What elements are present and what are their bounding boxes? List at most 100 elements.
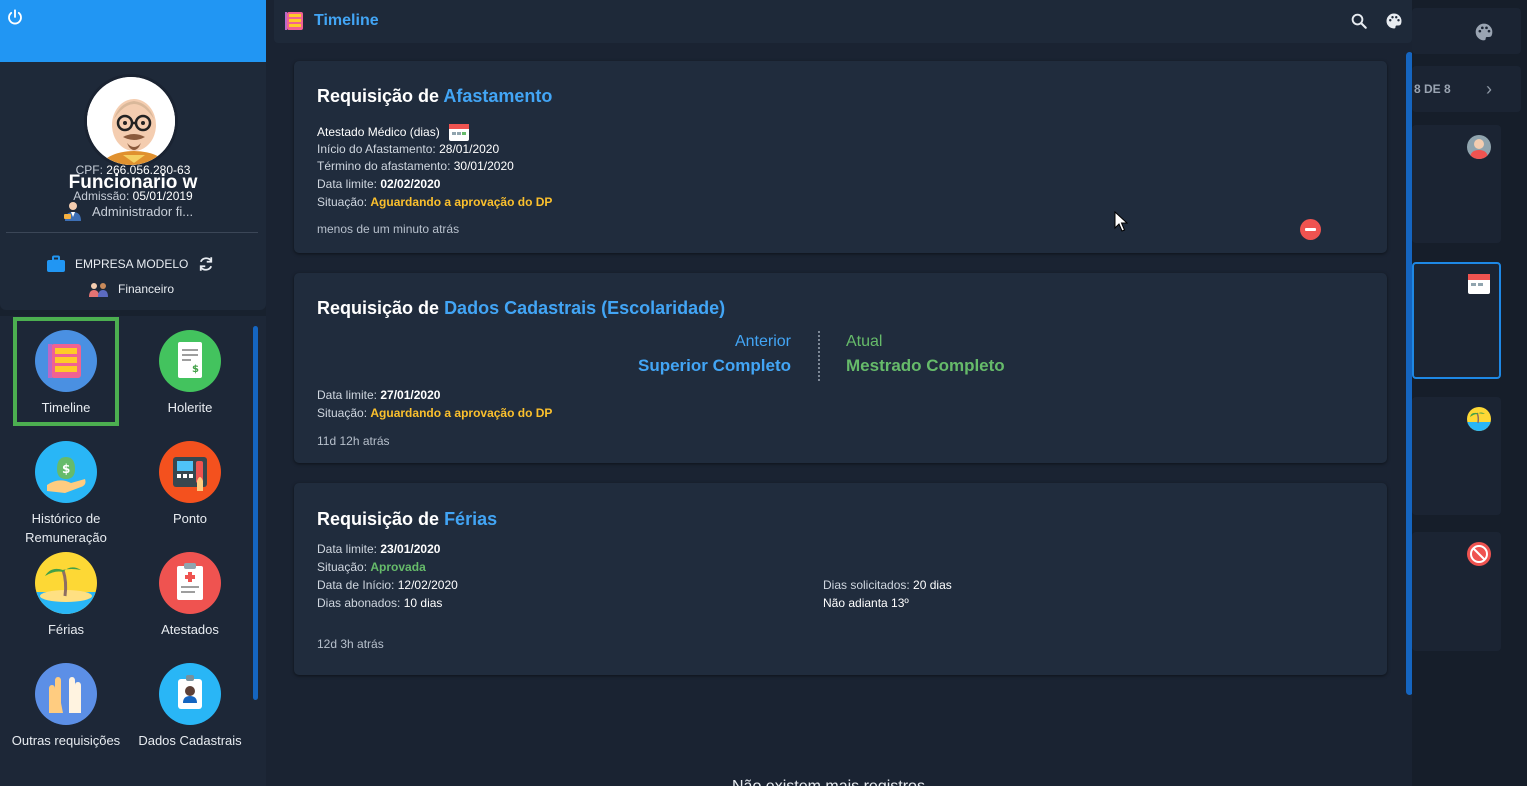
menu-item-holerite[interactable]: $ Holerite [128, 330, 252, 417]
card-title: Requisição de Dados Cadastrais (Escolari… [317, 298, 725, 319]
request-card-dados-cadastrais[interactable]: Requisição de Dados Cadastrais (Escolari… [294, 273, 1387, 463]
advance-13th-value: Não adianta 13º [823, 596, 909, 610]
timestamp: 12d 3h atrás [317, 637, 384, 651]
vacation-start-label: Data de Início: [317, 578, 395, 592]
status-label: Situação: [317, 560, 368, 574]
leave-start: Início do Afastamento: 28/01/2020 [317, 142, 499, 156]
svg-text:$: $ [62, 462, 70, 476]
bonus-days-value: 10 dias [403, 596, 443, 610]
user-cpf: CPF: 266.056.280-63 [0, 163, 266, 177]
side-card-active[interactable] [1412, 262, 1501, 379]
briefcase-icon [47, 255, 65, 272]
mouse-cursor-icon [1114, 211, 1128, 232]
menu-label: Outras requisições [11, 733, 121, 748]
beach-icon [35, 552, 97, 614]
card-title-highlight: Afastamento [443, 86, 553, 106]
deadline-value: 23/01/2020 [380, 542, 441, 556]
status-badge: Aguardando a aprovação do DP [370, 406, 553, 420]
menu-label: Ponto [173, 511, 207, 526]
requested-days-label: Dias solicitados: [823, 578, 910, 592]
requested-days: Dias solicitados: 20 dias [823, 578, 952, 592]
end-of-list-message: Não existem mais registros [732, 778, 925, 786]
time-clock-icon [159, 441, 221, 503]
status: Situação: Aprovada [317, 560, 426, 574]
chevron-right-icon[interactable]: › [1486, 79, 1492, 100]
deadline: Data limite: 23/01/2020 [317, 542, 440, 556]
side-card[interactable] [1412, 397, 1501, 515]
status-label: Situação: [317, 406, 368, 420]
refresh-icon[interactable] [197, 255, 215, 273]
status: Situação: Aguardando a aprovação do DP [317, 406, 552, 420]
bonus-days: Dias abonados: 10 dias [317, 596, 442, 610]
beach-icon [1467, 407, 1491, 431]
leave-end: Término do afastamento: 30/01/2020 [317, 159, 514, 173]
department: Financeiro [88, 281, 174, 297]
menu-item-timeline[interactable]: Timeline [13, 317, 119, 426]
timeline-logo-icon [285, 12, 303, 30]
current-label: Atual [846, 333, 883, 350]
current-value: Mestrado Completo [846, 356, 1005, 375]
menu-item-ponto[interactable]: Ponto [128, 441, 252, 528]
deadline-label: Data limite: [317, 388, 378, 402]
previous-value: Superior Completo [637, 356, 791, 375]
menu-item-atestados[interactable]: Atestados [128, 552, 252, 639]
menu-item-dados-cadastrais[interactable]: Dados Cadastrais [128, 663, 252, 750]
top-bar: Timeline [274, 0, 1412, 43]
timestamp: 11d 12h atrás [317, 434, 390, 448]
timeline-icon [35, 330, 97, 392]
blocked-icon [1467, 542, 1491, 566]
bonus-days-label: Dias abonados: [317, 596, 401, 610]
team-icon [89, 283, 108, 297]
cancel-request-button[interactable] [1300, 219, 1321, 240]
menu-item-ferias[interactable]: Férias [4, 552, 128, 639]
advance-13th: Não adianta 13º [823, 596, 909, 610]
leave-end-value: 30/01/2020 [453, 159, 514, 173]
menu-label: Timeline [41, 400, 91, 415]
medical-certificate-icon [159, 552, 221, 614]
leave-type-text: Atestado Médico (dias) [317, 125, 440, 139]
user-role: Administrador fi... [62, 200, 193, 222]
admin-user-icon [64, 202, 81, 221]
request-card-afastamento[interactable]: Requisição de Afastamento Atestado Médic… [294, 61, 1387, 253]
raised-hands-icon [35, 663, 97, 725]
card-title-prefix: Requisição de [317, 298, 440, 318]
deadline: Data limite: 27/01/2020 [317, 388, 440, 402]
card-title: Requisição de Afastamento [317, 86, 552, 107]
menu-label: Histórico de [31, 511, 101, 526]
person-icon [1467, 135, 1491, 159]
cpf-value: 266.056.280-63 [106, 163, 191, 177]
request-card-ferias[interactable]: Requisição de Férias Data limite: 23/01/… [294, 483, 1387, 675]
side-card[interactable] [1412, 532, 1501, 651]
menu-scrollbar[interactable] [253, 326, 258, 700]
status: Situação: Aguardando a aprovação do DP [317, 195, 552, 209]
id-badge-icon [159, 663, 221, 725]
status-badge: Aprovada [370, 560, 426, 574]
power-icon[interactable] [6, 8, 24, 26]
comparison-divider [818, 331, 820, 381]
timestamp: menos de um minuto atrás [317, 222, 460, 236]
user-admission: Admissão: 05/01/2019 [0, 189, 266, 203]
palette-icon[interactable] [1385, 12, 1403, 30]
leave-type: Atestado Médico (dias) [317, 122, 470, 142]
pager-text: 8 DE 8 [1414, 82, 1451, 96]
search-icon[interactable] [1350, 12, 1368, 30]
svg-text:$: $ [192, 364, 199, 375]
avatar[interactable] [84, 74, 178, 168]
menu-item-outras-requisicoes[interactable]: Outras requisições [4, 663, 128, 750]
deadline-label: Data limite: [317, 177, 378, 191]
palette-icon[interactable] [1474, 22, 1494, 42]
page-title: Timeline [314, 12, 379, 29]
leave-start-value: 28/01/2020 [439, 142, 500, 156]
menu-label: Férias [47, 622, 85, 637]
side-card[interactable] [1412, 125, 1501, 243]
sidebar-top-bar [0, 0, 266, 62]
vacation-start: Data de Início: 12/02/2020 [317, 578, 458, 592]
menu-item-historico-remuneracao[interactable]: $ Histórico de Remuneração [4, 441, 128, 547]
cpf-label: CPF: [75, 163, 103, 177]
pager: 8 DE 8 › [1412, 66, 1521, 112]
leave-start-label: Início do Afastamento: [317, 142, 436, 156]
menu-label: Atestados [161, 622, 219, 637]
company-selector[interactable]: EMPRESA MODELO [46, 255, 215, 273]
menu-label: Dados Cadastrais [138, 733, 242, 748]
calendar-icon [1467, 272, 1491, 296]
